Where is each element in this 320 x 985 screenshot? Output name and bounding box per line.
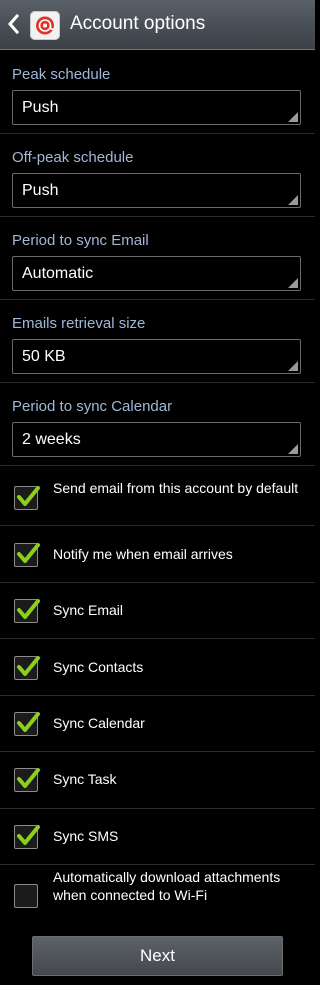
checkbox[interactable]: [14, 543, 40, 567]
dropdown-value: Push: [22, 99, 59, 116]
option-label: Sync Email: [53, 602, 124, 618]
option-label: Sync Contacts: [53, 659, 144, 675]
page-title: Account options: [70, 13, 206, 34]
setting-label: Off-peak schedule: [12, 149, 134, 166]
dropdown-corner-icon: [288, 361, 298, 371]
option-label: Sync Task: [53, 771, 117, 787]
setting-peak-schedule: Peak schedule Push: [0, 51, 315, 134]
peak-schedule-dropdown[interactable]: Push: [12, 90, 301, 125]
checkmark-icon: [17, 656, 40, 676]
bottom-bar: Next: [0, 926, 315, 985]
dropdown-value: Automatic: [22, 265, 94, 282]
option-label: Notify me when email arrives: [53, 546, 233, 562]
dropdown-corner-icon: [288, 195, 298, 205]
checkmark-icon: [17, 825, 40, 845]
off-peak-schedule-dropdown[interactable]: Push: [12, 173, 301, 208]
setting-label: Peak schedule: [12, 66, 111, 83]
dropdown-value: 50 KB: [22, 348, 66, 365]
checkmark-icon: [17, 543, 40, 563]
dropdown-corner-icon: [288, 444, 298, 454]
back-chevron-icon[interactable]: [5, 13, 23, 35]
period-sync-calendar-dropdown[interactable]: 2 weeks: [12, 422, 301, 457]
dropdown-value: Push: [22, 182, 59, 199]
setting-label: Emails retrieval size: [12, 315, 146, 332]
checkbox[interactable]: [14, 884, 38, 908]
option-sync-email[interactable]: Sync Email: [0, 583, 315, 639]
option-sync-task[interactable]: Sync Task: [0, 752, 315, 809]
checkmark-icon: [17, 486, 40, 506]
email-app-icon: [30, 11, 60, 40]
checkmark-icon: [17, 712, 40, 732]
option-sync-sms[interactable]: Sync SMS: [0, 809, 315, 865]
dropdown-corner-icon: [288, 278, 298, 288]
dropdown-value: 2 weeks: [22, 431, 81, 448]
action-bar: Account options: [0, 0, 315, 50]
emails-retrieval-size-dropdown[interactable]: 50 KB: [12, 339, 301, 374]
option-auto-download-attachments[interactable]: Automatically download attachments when …: [0, 865, 315, 926]
checkmark-icon: [17, 599, 40, 619]
option-send-email-default[interactable]: Send email from this account by default: [0, 469, 315, 526]
setting-emails-retrieval-size: Emails retrieval size 50 KB: [0, 300, 315, 383]
option-sync-calendar[interactable]: Sync Calendar: [0, 696, 315, 752]
checkbox[interactable]: [14, 599, 40, 623]
period-sync-email-dropdown[interactable]: Automatic: [12, 256, 301, 291]
next-button[interactable]: Next: [32, 936, 283, 976]
checkbox[interactable]: [14, 656, 40, 680]
checkmark-icon: [17, 768, 40, 788]
option-sync-contacts[interactable]: Sync Contacts: [0, 639, 315, 696]
option-label: Automatically download attachments when …: [53, 869, 281, 903]
setting-period-sync-email: Period to sync Email Automatic: [0, 217, 315, 300]
checkbox[interactable]: [14, 712, 40, 736]
setting-period-sync-calendar: Period to sync Calendar 2 weeks: [0, 383, 315, 466]
dropdown-corner-icon: [288, 112, 298, 122]
setting-label: Period to sync Email: [12, 232, 149, 249]
option-label: Send email from this account by default: [53, 480, 299, 496]
checkbox[interactable]: [14, 825, 40, 849]
setting-label: Period to sync Calendar: [12, 398, 173, 415]
setting-off-peak-schedule: Off-peak schedule Push: [0, 134, 315, 217]
option-notify-email[interactable]: Notify me when email arrives: [0, 526, 315, 583]
checkbox[interactable]: [14, 768, 40, 792]
checkbox[interactable]: [14, 486, 40, 510]
option-label: Sync SMS: [53, 828, 119, 844]
option-label: Sync Calendar: [53, 715, 145, 731]
